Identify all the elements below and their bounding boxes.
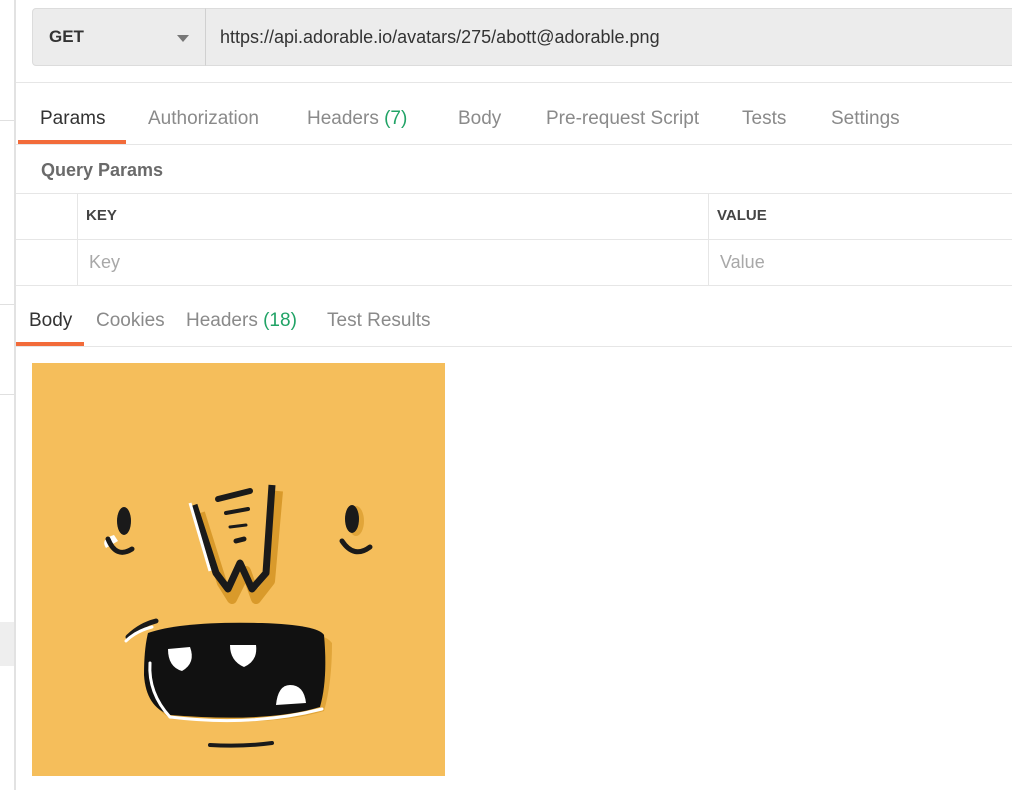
tab-settings[interactable]: Settings — [831, 96, 900, 142]
tab-response-body[interactable]: Body — [29, 298, 72, 344]
method-select[interactable]: GET — [32, 8, 206, 66]
column-header-key: KEY — [78, 193, 709, 239]
request-tabs: Params Authorization Headers (7) Body Pr… — [16, 96, 1012, 144]
query-params-title: Query Params — [41, 160, 164, 180]
url-input[interactable] — [205, 8, 1012, 66]
tab-label: Body — [458, 108, 502, 129]
tab-label: Settings — [831, 108, 900, 129]
sidebar-section — [0, 120, 14, 305]
tab-test-results[interactable]: Test Results — [327, 298, 430, 344]
sidebar-edge — [0, 0, 16, 790]
tab-headers[interactable]: Headers (7) — [307, 96, 407, 142]
tab-pre-request-script[interactable]: Pre-request Script — [546, 96, 699, 142]
tab-label: Body — [29, 310, 73, 331]
tab-label: Cookies — [96, 310, 165, 331]
tab-label: Test Results — [327, 310, 431, 331]
divider — [16, 346, 1012, 347]
tab-label: Params — [40, 108, 106, 129]
method-label: GET — [49, 27, 84, 46]
sidebar-section — [0, 304, 14, 395]
query-params-table: KEY VALUE — [16, 193, 1012, 286]
response-tabs: Body Cookies Headers (18) Test Results — [16, 298, 1012, 346]
column-header-value: VALUE — [717, 207, 767, 224]
tab-label: Headers — [186, 310, 258, 331]
tab-tests[interactable]: Tests — [742, 96, 786, 142]
avatar-image — [32, 363, 445, 776]
tab-authorization[interactable]: Authorization — [148, 96, 259, 142]
sidebar-selected-item[interactable] — [0, 622, 14, 666]
tab-label: Authorization — [148, 108, 259, 129]
divider — [16, 82, 1012, 83]
table-border — [16, 285, 1012, 286]
tab-response-headers[interactable]: Headers (18) — [186, 298, 297, 344]
tab-params[interactable]: Params — [40, 96, 105, 142]
tab-label: Pre-request Script — [546, 108, 700, 129]
request-bar: GET — [32, 8, 1012, 68]
tab-count: (18) — [263, 310, 297, 331]
divider — [16, 144, 1012, 145]
tab-body[interactable]: Body — [458, 96, 501, 142]
tab-label: Tests — [742, 108, 787, 129]
param-value-input[interactable] — [710, 240, 1010, 285]
tab-count: (7) — [384, 108, 408, 129]
tab-cookies[interactable]: Cookies — [96, 298, 165, 344]
request-editor: GET Params Authorization Headers (7) Bod… — [16, 0, 1012, 790]
sidebar-section — [0, 0, 14, 121]
chevron-down-icon — [177, 35, 189, 42]
tab-label: Headers — [307, 108, 379, 129]
column-divider — [708, 240, 709, 286]
param-key-input[interactable] — [79, 240, 708, 285]
